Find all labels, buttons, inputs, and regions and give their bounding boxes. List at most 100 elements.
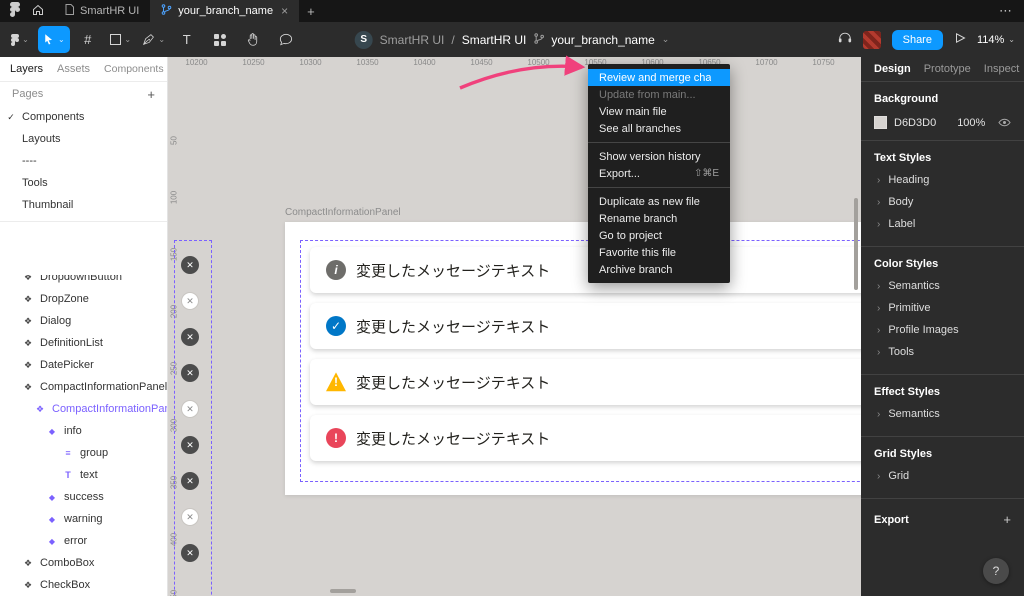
style-item[interactable]: › Profile Images bbox=[874, 319, 1011, 341]
close-badge[interactable]: ✕ bbox=[181, 508, 199, 526]
shape-tool[interactable]: ⌄ bbox=[106, 26, 136, 53]
org-name[interactable]: SmartHR UI bbox=[380, 33, 445, 47]
layer-item[interactable]: ≡ group bbox=[0, 442, 167, 464]
move-tool[interactable]: ⌄ bbox=[38, 26, 70, 53]
close-badge[interactable]: ✕ bbox=[181, 256, 199, 274]
layer-item[interactable]: T text bbox=[0, 464, 167, 486]
page-item[interactable]: Thumbnail bbox=[0, 194, 167, 216]
home-icon[interactable] bbox=[32, 4, 44, 19]
canvas[interactable]: 1020010250103001035010400104501050010550… bbox=[168, 57, 861, 596]
menu-item[interactable]: Show version history bbox=[588, 148, 730, 165]
pen-tool[interactable]: ⌄ bbox=[139, 26, 169, 53]
frame-title[interactable]: CompactInformationPanel bbox=[285, 207, 401, 218]
close-badge[interactable]: ✕ bbox=[181, 436, 199, 454]
menu-item[interactable]: Review and merge changes... bbox=[588, 69, 730, 86]
menu-item[interactable]: Archive branch bbox=[588, 261, 730, 278]
style-item[interactable]: › Heading bbox=[874, 169, 1011, 191]
layer-item[interactable]: ◆ error bbox=[0, 530, 167, 552]
style-item[interactable]: › Grid bbox=[874, 465, 1011, 487]
main-menu-button[interactable]: ⌄ bbox=[5, 26, 35, 53]
page-item[interactable]: Tools bbox=[0, 172, 167, 194]
menu-item[interactable] bbox=[588, 187, 730, 188]
layer-item[interactable]: ◆ info bbox=[0, 420, 167, 442]
share-button[interactable]: Share bbox=[892, 30, 943, 50]
information-panel[interactable]: ! 変更したメッセージテキスト bbox=[310, 415, 861, 461]
page-item[interactable]: ✓ Components bbox=[0, 106, 167, 128]
layer-item[interactable]: ❖ CompactInformationPanel bbox=[0, 376, 167, 398]
background-opacity[interactable]: 100% bbox=[957, 117, 985, 129]
audio-headset-icon[interactable] bbox=[838, 31, 852, 49]
style-item[interactable]: › Label bbox=[874, 213, 1011, 235]
comment-tool[interactable] bbox=[271, 26, 301, 53]
information-panel[interactable]: ✓ 変更したメッセージテキスト bbox=[310, 303, 861, 349]
layer-item[interactable]: ◆ success bbox=[0, 486, 167, 508]
tab-layers[interactable]: Layers bbox=[10, 63, 43, 75]
more-options-icon[interactable]: ⋯ bbox=[987, 0, 1024, 22]
new-tab-button[interactable]: + bbox=[299, 0, 323, 22]
component-icon: ❖ bbox=[34, 404, 46, 415]
menu-item[interactable]: Favorite this file bbox=[588, 244, 730, 261]
style-item[interactable]: › Semantics bbox=[874, 275, 1011, 297]
background-hex[interactable]: D6D3D0 bbox=[894, 117, 936, 129]
tab-assets[interactable]: Assets bbox=[57, 63, 90, 75]
close-badge[interactable]: ✕ bbox=[181, 364, 199, 382]
hand-tool[interactable] bbox=[238, 26, 268, 53]
add-page-button[interactable]: + bbox=[147, 87, 155, 102]
tab-design[interactable]: Design bbox=[874, 63, 911, 75]
close-badge[interactable]: ✕ bbox=[181, 328, 199, 346]
menu-item[interactable]: Rename branch bbox=[588, 210, 730, 227]
vertical-scrollbar[interactable] bbox=[854, 198, 858, 290]
file-tab-branch[interactable]: your_branch_name × bbox=[150, 0, 299, 22]
page-item[interactable]: ---- bbox=[0, 150, 167, 172]
layer-item[interactable]: ❖ DatePicker bbox=[0, 354, 167, 376]
style-item[interactable]: › Primitive bbox=[874, 297, 1011, 319]
resources-tool[interactable] bbox=[205, 26, 235, 53]
tab-inspect[interactable]: Inspect bbox=[984, 63, 1019, 75]
file-name[interactable]: SmartHR UI bbox=[462, 33, 527, 47]
tab-prototype[interactable]: Prototype bbox=[924, 63, 971, 75]
layer-item[interactable]: ❖ DefinitionList bbox=[0, 332, 167, 354]
library-dropdown[interactable]: Components ⌄ bbox=[104, 63, 168, 75]
horizontal-scrollbar[interactable] bbox=[330, 589, 356, 593]
layer-item[interactable]: ❖ DropdownButton bbox=[0, 275, 167, 288]
zoom-control[interactable]: 114% ⌄ bbox=[977, 34, 1015, 46]
present-button[interactable] bbox=[954, 31, 966, 49]
file-tab-smarthr-ui[interactable]: SmartHR UI bbox=[54, 0, 150, 22]
style-item[interactable]: › Body bbox=[874, 191, 1011, 213]
information-panel[interactable]: ! 変更したメッセージテキスト bbox=[310, 359, 861, 405]
branch-name[interactable]: your_branch_name bbox=[551, 33, 654, 47]
close-badge[interactable]: ✕ bbox=[181, 400, 199, 418]
close-badge[interactable]: ✕ bbox=[181, 292, 199, 310]
chevron-down-icon[interactable]: ⌄ bbox=[662, 34, 670, 45]
menu-item[interactable]: See all branches bbox=[588, 120, 730, 137]
eye-icon[interactable] bbox=[998, 118, 1011, 127]
menu-item[interactable]: View main file bbox=[588, 103, 730, 120]
information-panel[interactable]: i 変更したメッセージテキスト bbox=[310, 247, 861, 293]
layer-item[interactable]: ❖ Dialog bbox=[0, 310, 167, 332]
close-badge[interactable]: ✕ bbox=[181, 472, 199, 490]
help-button[interactable]: ? bbox=[983, 558, 1009, 584]
layer-item[interactable]: ❖ DropZone bbox=[0, 288, 167, 310]
style-item[interactable]: › Tools bbox=[874, 341, 1011, 363]
user-avatar[interactable] bbox=[863, 31, 881, 49]
page-item[interactable]: Layouts bbox=[0, 128, 167, 150]
layer-item[interactable]: ◆ warning bbox=[0, 508, 167, 530]
add-export-button[interactable]: + bbox=[1003, 512, 1011, 527]
close-badge[interactable]: ✕ bbox=[181, 544, 199, 562]
layer-item[interactable]: ❖ CheckBox bbox=[0, 574, 167, 596]
org-avatar[interactable]: S bbox=[355, 31, 373, 49]
menu-item[interactable]: Duplicate as new file bbox=[588, 193, 730, 210]
figma-logo-icon[interactable] bbox=[10, 2, 20, 20]
menu-item[interactable]: Go to project bbox=[588, 227, 730, 244]
color-swatch[interactable] bbox=[874, 116, 887, 129]
layer-item[interactable]: ❖ ComboBox bbox=[0, 552, 167, 574]
menu-item[interactable]: Export... ⇧⌘E bbox=[588, 165, 730, 182]
frame-tool[interactable]: # bbox=[73, 26, 103, 53]
close-icon[interactable]: × bbox=[281, 4, 288, 18]
menu-item[interactable]: Update from main... bbox=[588, 86, 730, 103]
ruler-mark: 10750 bbox=[795, 57, 852, 69]
text-tool[interactable]: T bbox=[172, 26, 202, 53]
style-item[interactable]: › Semantics bbox=[874, 403, 1011, 425]
layer-item[interactable]: ❖ CompactInformationPanel bbox=[0, 398, 167, 420]
menu-item[interactable] bbox=[588, 142, 730, 143]
